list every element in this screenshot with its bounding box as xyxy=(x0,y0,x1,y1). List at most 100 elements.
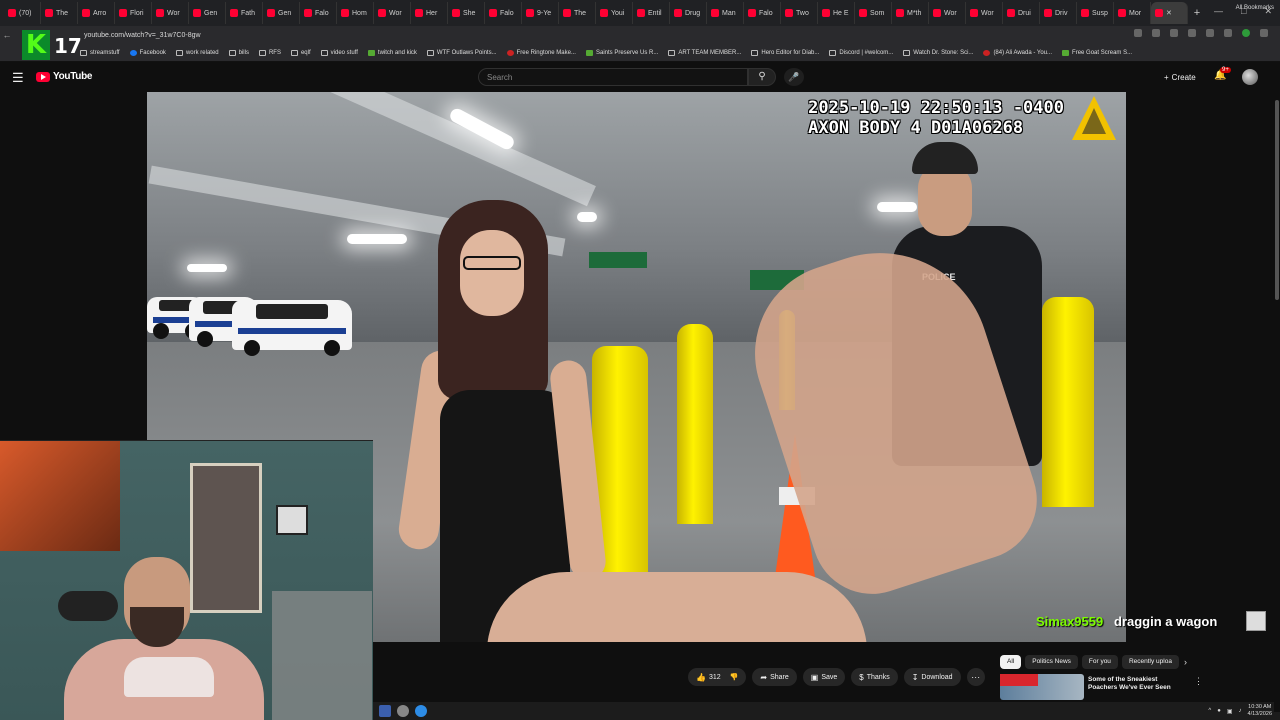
app-icon[interactable] xyxy=(379,705,391,717)
page-scrollbar[interactable] xyxy=(1274,92,1280,712)
bookmark-item[interactable]: Free Goat Scream S... xyxy=(1062,49,1132,56)
search-icon[interactable]: ⚲ xyxy=(748,68,776,86)
extension-icon[interactable] xyxy=(1134,29,1142,37)
bookmark-item[interactable]: Saints Preserve Us R... xyxy=(585,49,658,56)
avatar[interactable] xyxy=(1242,69,1258,85)
thumbs-down-icon[interactable]: 👎 xyxy=(730,673,739,681)
browser-tab[interactable]: Youi xyxy=(596,2,633,24)
bookmark-item[interactable]: ART TEAM MEMBER... xyxy=(668,49,741,56)
browser-tab[interactable]: Wor xyxy=(152,2,189,24)
network-icon[interactable]: ▣ xyxy=(1227,708,1233,715)
bookmark-item[interactable]: eqlf xyxy=(290,49,311,56)
profile-icon[interactable] xyxy=(1242,29,1250,37)
star-icon[interactable] xyxy=(1152,29,1160,37)
browser-tab[interactable]: Drug xyxy=(670,2,707,24)
close-tab-icon[interactable]: ✕ xyxy=(1166,9,1172,17)
bookmark-item[interactable]: video stuff xyxy=(320,49,358,56)
browser-tab[interactable]: Fath xyxy=(226,2,263,24)
browser-tab[interactable]: Man xyxy=(707,2,744,24)
browser-tab[interactable]: The xyxy=(559,2,596,24)
browser-tab[interactable]: Som xyxy=(855,2,892,24)
create-button[interactable]: + Create xyxy=(1158,69,1202,85)
kebab-menu-icon[interactable] xyxy=(1260,29,1268,37)
url-field[interactable]: youtube.com/watch?v=_31w7C0-8gw xyxy=(84,32,201,39)
microphone-icon[interactable]: ● xyxy=(1217,708,1221,714)
share-button[interactable]: ➦ Share xyxy=(752,668,797,686)
browser-tab[interactable]: Falo xyxy=(485,2,522,24)
chevron-right-icon[interactable]: › xyxy=(1184,657,1187,667)
youtube-favicon-icon xyxy=(119,9,127,17)
browser-tab[interactable]: Mor xyxy=(1114,2,1151,24)
bookmark-item[interactable]: Facebook xyxy=(129,49,166,56)
filter-chip[interactable]: For you xyxy=(1081,655,1118,669)
minimize-icon[interactable]: — xyxy=(1214,6,1223,17)
download-button[interactable]: ↧ Download xyxy=(903,668,961,686)
system-tray: ^ ● ▣ ♪ 10:30 AM 4/13/2026 xyxy=(1208,704,1272,718)
bookmark-item[interactable]: twitch and kick xyxy=(367,49,417,56)
youtube-favicon-icon xyxy=(1118,9,1126,17)
bookmark-item[interactable]: Watch Dr. Stone: Sci... xyxy=(903,49,973,56)
browser-tab[interactable]: Flori xyxy=(115,2,152,24)
thanks-button[interactable]: $ Thanks xyxy=(851,668,898,686)
clock[interactable]: 10:30 AM 4/13/2026 xyxy=(1248,704,1272,718)
bookmark-item[interactable]: (84) Ali Awada - You... xyxy=(983,49,1052,56)
search-input[interactable]: Search xyxy=(478,68,748,86)
extension-icon[interactable] xyxy=(1224,29,1232,37)
browser-tab[interactable]: Falo xyxy=(300,2,337,24)
video-thumbnail[interactable] xyxy=(1000,674,1084,700)
share-label: Share xyxy=(770,673,789,681)
volume-icon[interactable]: ♪ xyxy=(1239,708,1242,714)
menu-icon[interactable]: ☰ xyxy=(12,70,24,86)
microphone-icon[interactable]: 🎤 xyxy=(784,68,804,86)
browser-tab[interactable]: Two xyxy=(781,2,818,24)
bookmark-item[interactable]: WTF Outlaws Points... xyxy=(426,49,497,56)
more-actions-icon[interactable]: ⋯ xyxy=(966,668,985,686)
bookmark-item[interactable]: work related xyxy=(175,49,219,56)
browser-tab[interactable]: Wor xyxy=(374,2,411,24)
youtube-logo[interactable]: YouTube xyxy=(36,71,93,82)
save-button[interactable]: ▣ Save xyxy=(802,668,846,686)
filter-chip[interactable]: Recently uploa xyxy=(1121,655,1179,669)
filter-chip[interactable]: Politics News xyxy=(1025,655,1078,669)
back-icon[interactable]: ← xyxy=(0,30,14,40)
bookmark-item[interactable]: bills xyxy=(228,49,249,56)
browser-tab[interactable]: Wor xyxy=(966,2,1003,24)
new-tab-icon[interactable]: + xyxy=(1188,7,1206,19)
video-title[interactable]: Some of the Sneakiest Poachers We've Eve… xyxy=(1088,676,1184,700)
all-bookmarks[interactable]: All Bookmarks xyxy=(1236,5,1274,11)
browser-tab[interactable]: Entil xyxy=(633,2,670,24)
browser-tab[interactable]: Falo xyxy=(744,2,781,24)
browser-tab[interactable]: Her xyxy=(411,2,448,24)
browser-tab[interactable]: Hom xyxy=(337,2,374,24)
browser-tab[interactable]: Driv xyxy=(1040,2,1077,24)
browser-tab[interactable]: Arro xyxy=(78,2,115,24)
browser-tab[interactable]: She xyxy=(448,2,485,24)
browser-tab[interactable]: Susp xyxy=(1077,2,1114,24)
like-button[interactable]: 👍 312 👎 xyxy=(688,668,747,686)
chevron-up-icon[interactable]: ^ xyxy=(1208,708,1211,714)
browser-tab[interactable]: (70) xyxy=(4,2,41,24)
bookmark-item[interactable]: Free Ringtone Make... xyxy=(506,49,576,56)
filter-chip[interactable]: All xyxy=(1000,655,1022,669)
browser-tab[interactable]: Wor xyxy=(929,2,966,24)
browser-tab[interactable]: Gen xyxy=(263,2,300,24)
youtube-favicon-icon xyxy=(378,9,386,17)
browser-tab[interactable]: Drui xyxy=(1003,2,1040,24)
bookmark-item[interactable]: Hero Editor for Diab... xyxy=(751,49,819,56)
browser-tab[interactable]: He E xyxy=(818,2,855,24)
extension-icon[interactable] xyxy=(1170,29,1178,37)
extension-icon[interactable] xyxy=(1188,29,1196,37)
browser-tab[interactable]: 9-Ye xyxy=(522,2,559,24)
bookmark-item[interactable]: streamstuff xyxy=(80,49,120,56)
settings-icon[interactable] xyxy=(397,705,409,717)
bookmark-item[interactable]: Discord | #welcom... xyxy=(829,49,893,56)
browser-tab[interactable]: Gen xyxy=(189,2,226,24)
video-menu-icon[interactable]: ⋮ xyxy=(1194,676,1203,687)
browser-tab[interactable]: The xyxy=(41,2,78,24)
browser-tab-active[interactable]: ✕ xyxy=(1151,2,1188,24)
app-icon[interactable] xyxy=(415,705,427,717)
bookmark-item[interactable]: RFS xyxy=(258,49,281,56)
browser-tab[interactable]: M*th xyxy=(892,2,929,24)
extension-icon[interactable] xyxy=(1206,29,1214,37)
recommended-video[interactable]: Some of the Sneakiest Poachers We've Eve… xyxy=(1000,674,1184,700)
